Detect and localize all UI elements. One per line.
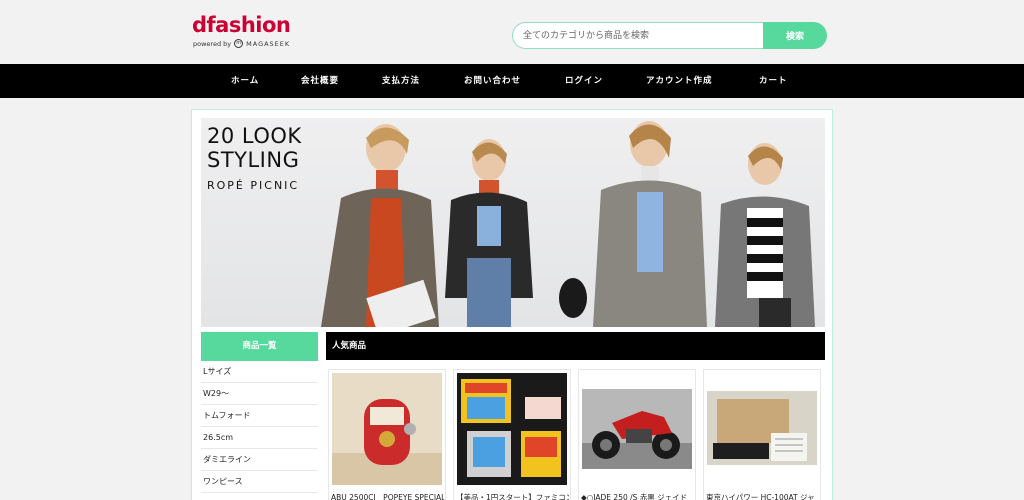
motorcycle-image [582, 373, 692, 485]
product-image[interactable] [707, 373, 817, 485]
nav-company[interactable]: 会社概要 [301, 64, 339, 98]
nav-contact[interactable]: お問い合わせ [464, 64, 521, 98]
site-header: dfashion powered by m MAGASEEK 検索 [0, 0, 1024, 64]
sidebar-item-w29[interactable]: W29～ [201, 383, 318, 405]
banner-headline: 20 LOOK STYLING ROPÉ PICNIC [207, 124, 302, 192]
nav-cart[interactable]: カート [759, 64, 788, 98]
hero-banner[interactable]: 20 LOOK STYLING ROPÉ PICNIC [201, 118, 825, 327]
model-4-figure [715, 143, 815, 327]
product-card[interactable]: ◆○JADE 250 /S 赤黒 ジェイド [578, 369, 696, 500]
sidebar-item-26-5cm[interactable]: 26.5cm [201, 427, 318, 449]
main-nav: ホーム 会社概要 支払方法 お問い合わせ ログイン アカウント作成 カート [0, 64, 1024, 98]
nav-login[interactable]: ログイン [565, 64, 603, 98]
product-image[interactable] [457, 373, 567, 485]
nav-home[interactable]: ホーム [231, 64, 259, 98]
model-1-figure [321, 124, 439, 327]
antenna-tuner-image [707, 373, 817, 485]
product-card[interactable]: ABU 2500CI POPEYE SPECIAL [328, 369, 446, 500]
nav-create-account[interactable]: アカウント作成 [646, 64, 713, 98]
sidebar-item-damier[interactable]: ダミエライン [201, 449, 318, 471]
search-form: 検索 [512, 22, 827, 49]
sidebar-item-onepiece[interactable]: ワンピース [201, 471, 318, 493]
banner-brand: ROPÉ PICNIC [207, 179, 300, 192]
product-card[interactable]: 【美品・1円スタート】ファミコン [453, 369, 571, 500]
nav-payment[interactable]: 支払方法 [382, 64, 420, 98]
product-title[interactable]: 東京ハイパワー HC-100AT ジャ [706, 492, 819, 500]
logo-powered-by: powered by m MAGASEEK [193, 39, 290, 48]
famicom-game-image [457, 373, 567, 485]
main-container: 20 LOOK STYLING ROPÉ PICNIC 商品一覧 Lサイズ W2… [191, 109, 833, 500]
banner-line-1: 20 LOOK [207, 124, 302, 148]
fishing-reel-image [332, 373, 442, 485]
product-image[interactable] [582, 373, 692, 485]
product-title[interactable]: ◆○JADE 250 /S 赤黒 ジェイド [581, 492, 694, 500]
logo-wordmark: dfashion [192, 13, 291, 37]
popular-products-title: 人気商品 [326, 332, 825, 360]
product-image[interactable] [332, 373, 442, 485]
product-title[interactable]: ABU 2500CI POPEYE SPECIAL [331, 492, 444, 500]
product-card[interactable]: 東京ハイパワー HC-100AT ジャ [703, 369, 821, 500]
magaseek-text: MAGASEEK [246, 39, 291, 48]
model-2-figure [445, 139, 533, 327]
model-3-figure [559, 121, 707, 327]
sidebar-title: 商品一覧 [201, 332, 318, 361]
product-title[interactable]: 【美品・1円スタート】ファミコン [456, 492, 569, 500]
search-input[interactable] [512, 22, 764, 49]
sidebar-item-tom-ford[interactable]: トムフォード [201, 405, 318, 427]
powered-by-text: powered by [193, 39, 232, 48]
dfashion-logo[interactable]: dfashion powered by m MAGASEEK [192, 12, 292, 52]
search-button[interactable]: 検索 [763, 22, 827, 49]
banner-line-2: STYLING [207, 148, 300, 172]
sidebar-item-l-size[interactable]: Lサイズ [201, 361, 318, 383]
sidebar-category-list: Lサイズ W29～ トムフォード 26.5cm ダミエライン ワンピース [201, 361, 318, 493]
magaseek-m-icon: m [234, 39, 244, 48]
